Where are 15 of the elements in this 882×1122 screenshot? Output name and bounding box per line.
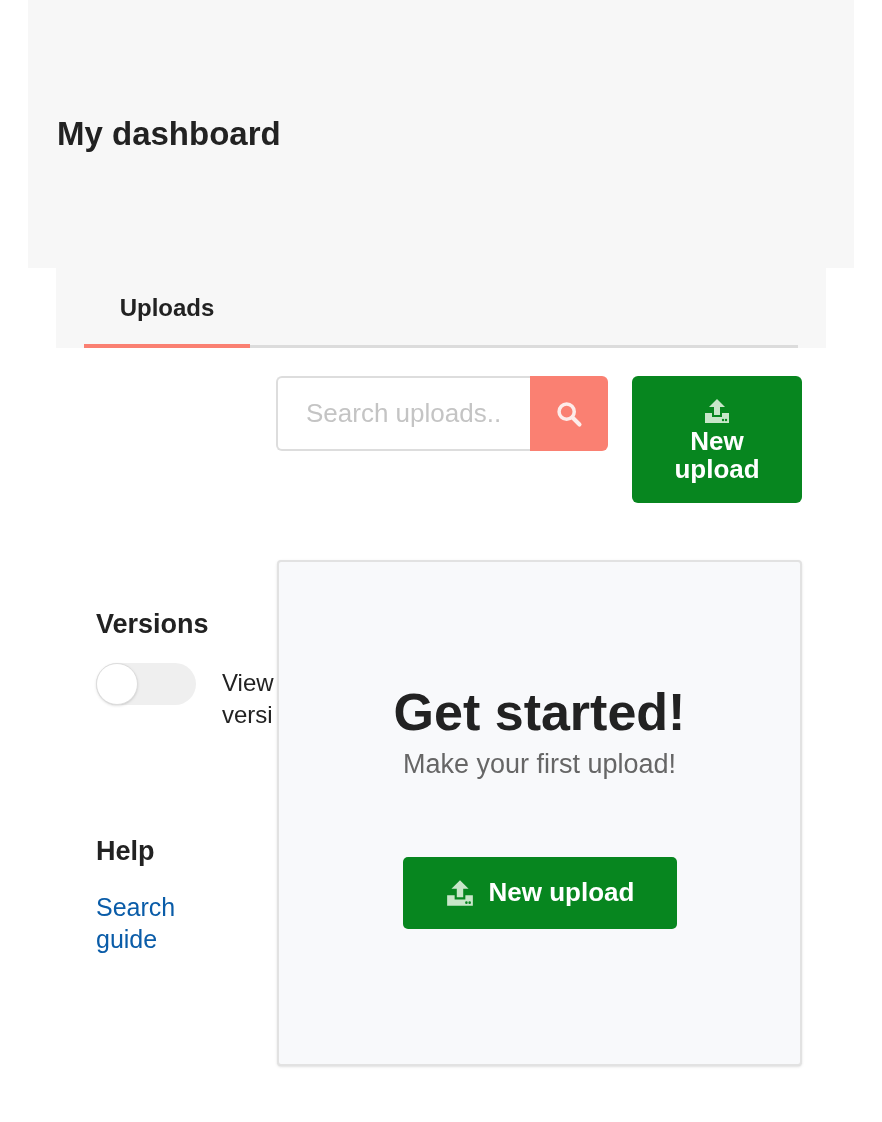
search-guide-link[interactable]: Search guide bbox=[96, 891, 196, 955]
search-icon bbox=[555, 399, 583, 428]
new-upload-button[interactable]: New upload bbox=[402, 856, 677, 929]
tab[interactable]: Uploads bbox=[84, 271, 250, 348]
toggle-label: View versi bbox=[222, 667, 275, 730]
upload-icon bbox=[703, 396, 731, 425]
page-title: My dashboard bbox=[57, 114, 281, 155]
search-field[interactable]: Search uploads.. bbox=[276, 376, 530, 451]
new-upload-button[interactable]: New upload bbox=[632, 376, 802, 503]
help-heading: Help bbox=[96, 834, 156, 868]
empty-state-subtitle: Make your first upload! bbox=[402, 748, 677, 781]
toggle-switch[interactable] bbox=[96, 662, 196, 705]
search-button[interactable] bbox=[530, 376, 608, 451]
empty-state-title: Get started! bbox=[393, 682, 686, 743]
versions-heading: Versions bbox=[96, 608, 210, 641]
